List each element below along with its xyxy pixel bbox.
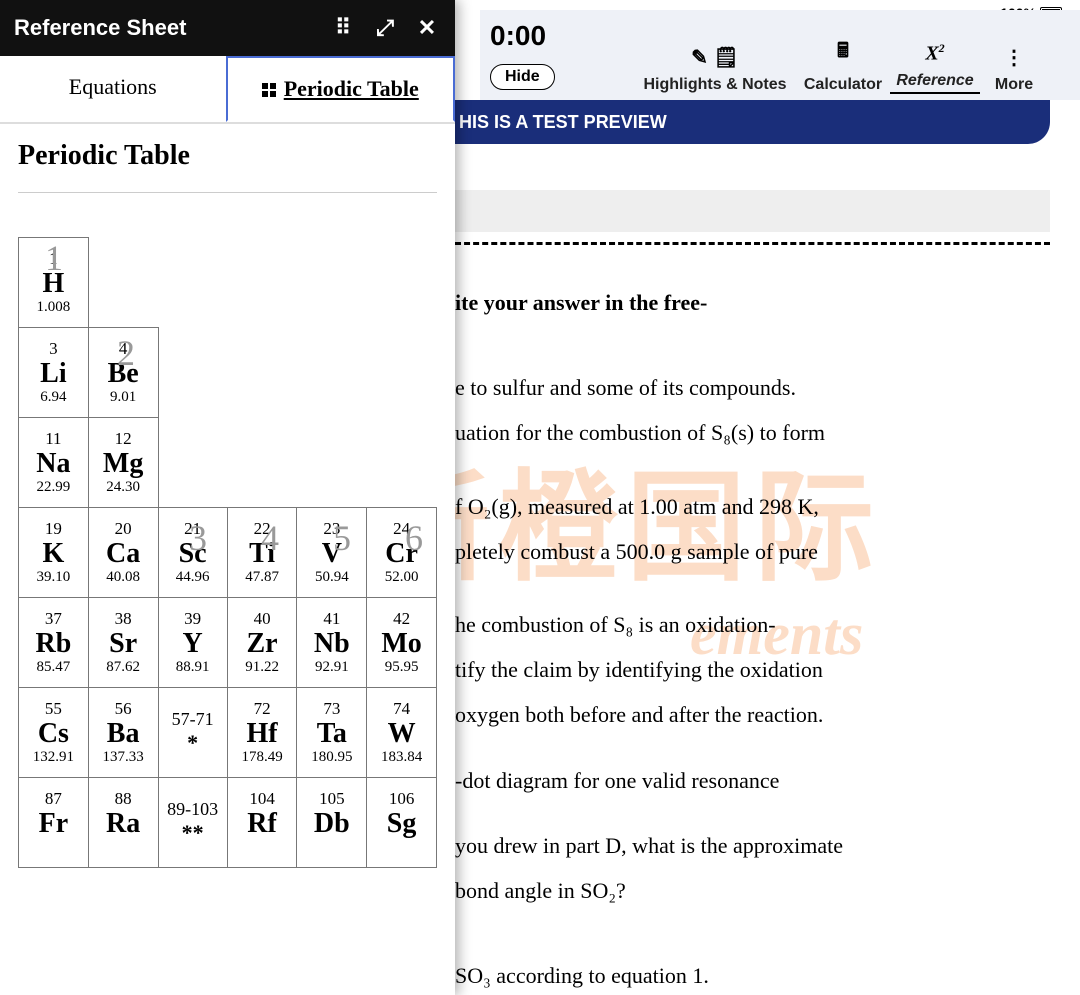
element-cell-Ta: 73Ta180.95 bbox=[297, 688, 367, 778]
grey-block bbox=[455, 190, 1050, 232]
expand-icon[interactable]: ⤢ bbox=[371, 14, 399, 42]
pencil-note-icon: ✎ 🗒 bbox=[635, 45, 795, 70]
question-prompt: ite your answer in the free- bbox=[455, 285, 1050, 320]
group-label: 2 bbox=[90, 332, 162, 374]
group-label: 3 bbox=[162, 517, 234, 559]
q-line: uation for the combustion of S₈(s) to fo… bbox=[455, 415, 1050, 450]
group-label: 1 bbox=[18, 237, 90, 279]
calculator-icon: 🖩 bbox=[798, 36, 888, 70]
q-line: he combustion of S₈ is an oxidation- bbox=[455, 607, 1050, 642]
element-cell-W: 74W183.84 bbox=[367, 688, 437, 778]
element-cell-Y: 39Y88.91 bbox=[158, 598, 227, 688]
q-line: tify the claim by identifying the oxidat… bbox=[455, 652, 1050, 687]
tab-label: Periodic Table bbox=[284, 76, 419, 101]
tool-highlights[interactable]: ✎ 🗒 Highlights & Notes bbox=[635, 45, 795, 94]
element-cell-Rf: 104Rf bbox=[227, 778, 297, 868]
q-line: SO₃ according to equation 1. bbox=[455, 958, 1050, 993]
divider bbox=[18, 192, 437, 193]
element-cell-Na: 11Na22.99 bbox=[19, 418, 89, 508]
q-line: e to sulfur and some of its compounds. bbox=[455, 370, 1050, 405]
element-cell-Mo: 42Mo95.95 bbox=[367, 598, 437, 688]
q-line: you drew in part D, what is the approxim… bbox=[455, 828, 1050, 863]
tab-equations[interactable]: Equations bbox=[0, 56, 226, 122]
tool-label: Reference bbox=[896, 72, 973, 89]
close-icon[interactable]: ✕ bbox=[413, 14, 441, 42]
element-cell-K: 19K39.10 bbox=[19, 508, 89, 598]
tool-more[interactable]: ⋮ More bbox=[984, 45, 1044, 94]
tool-reference[interactable]: X2 Reference bbox=[890, 41, 980, 94]
group-label: 4 bbox=[234, 517, 306, 559]
q-line: pletely combust a 500.0 g sample of pure bbox=[455, 534, 1050, 569]
periodic-heading: Periodic Table bbox=[18, 140, 437, 172]
tool-label: Highlights & Notes bbox=[643, 76, 786, 93]
element-cell-Hf: 72Hf178.49 bbox=[227, 688, 297, 778]
reference-tabs: Equations Periodic Table bbox=[0, 56, 455, 124]
q-line: oxygen both before and after the reactio… bbox=[455, 697, 1050, 732]
reference-panel: Reference Sheet ⠿ ⤢ ✕ Equations Periodic… bbox=[0, 0, 455, 995]
element-cell-Db: 105Db bbox=[297, 778, 367, 868]
q-line: bond angle in SO₂? bbox=[455, 873, 1050, 908]
tool-calculator[interactable]: 🖩 Calculator bbox=[798, 36, 888, 94]
tab-periodic-table[interactable]: Periodic Table bbox=[226, 56, 456, 122]
tool-label: More bbox=[995, 76, 1033, 93]
preview-banner: HIS IS A TEST PREVIEW bbox=[455, 100, 1050, 144]
element-cell-Ba: 56Ba137.33 bbox=[88, 688, 158, 778]
group-label: 6 bbox=[378, 517, 450, 559]
group-label: 5 bbox=[306, 517, 378, 559]
element-cell-Rb: 37Rb85.47 bbox=[19, 598, 89, 688]
element-cell-Fr: 87Fr bbox=[19, 778, 89, 868]
top-toolbar: 0:00 Hide ✎ 🗒 Highlights & Notes 🖩 Calcu… bbox=[480, 10, 1080, 100]
element-cell-Mg: 12Mg24.30 bbox=[88, 418, 158, 508]
element-cell-Ca: 20Ca40.08 bbox=[88, 508, 158, 598]
q-line: -dot diagram for one valid resonance bbox=[455, 763, 1050, 798]
lanthanide-actinide-range: 57-71* bbox=[158, 688, 227, 778]
element-cell-Zr: 40Zr91.22 bbox=[227, 598, 297, 688]
drag-handle-icon[interactable]: ⠿ bbox=[329, 14, 357, 42]
element-cell-Sg: 106Sg bbox=[367, 778, 437, 868]
x-squared-icon: X2 bbox=[890, 41, 980, 66]
hide-button[interactable]: Hide bbox=[490, 64, 555, 90]
element-cell-Nb: 41Nb92.91 bbox=[297, 598, 367, 688]
kebab-icon: ⋮ bbox=[984, 45, 1044, 70]
element-cell-Cs: 55Cs132.91 bbox=[19, 688, 89, 778]
q-line: f O₂(g), measured at 1.00 atm and 298 K, bbox=[455, 489, 1050, 524]
reference-title: Reference Sheet bbox=[14, 15, 186, 41]
question-body: ite your answer in the free- e to sulfur… bbox=[455, 150, 1050, 995]
grid-icon bbox=[262, 83, 280, 97]
lanthanide-actinide-range: 89-103** bbox=[158, 778, 227, 868]
reference-header: Reference Sheet ⠿ ⤢ ✕ bbox=[0, 0, 455, 56]
element-cell-Li: 3Li6.94 bbox=[19, 328, 89, 418]
element-cell-Ra: 88Ra bbox=[88, 778, 158, 868]
element-cell-Sr: 38Sr87.62 bbox=[88, 598, 158, 688]
tool-label: Calculator bbox=[804, 76, 882, 93]
reference-body[interactable]: Periodic Table 1234561H1.0083Li6.944Be9.… bbox=[0, 124, 455, 995]
periodic-table: 1234561H1.0083Li6.944Be9.0111Na22.9912Mg… bbox=[18, 237, 437, 868]
timer: 0:00 bbox=[490, 22, 546, 50]
dashed-divider bbox=[455, 242, 1050, 245]
